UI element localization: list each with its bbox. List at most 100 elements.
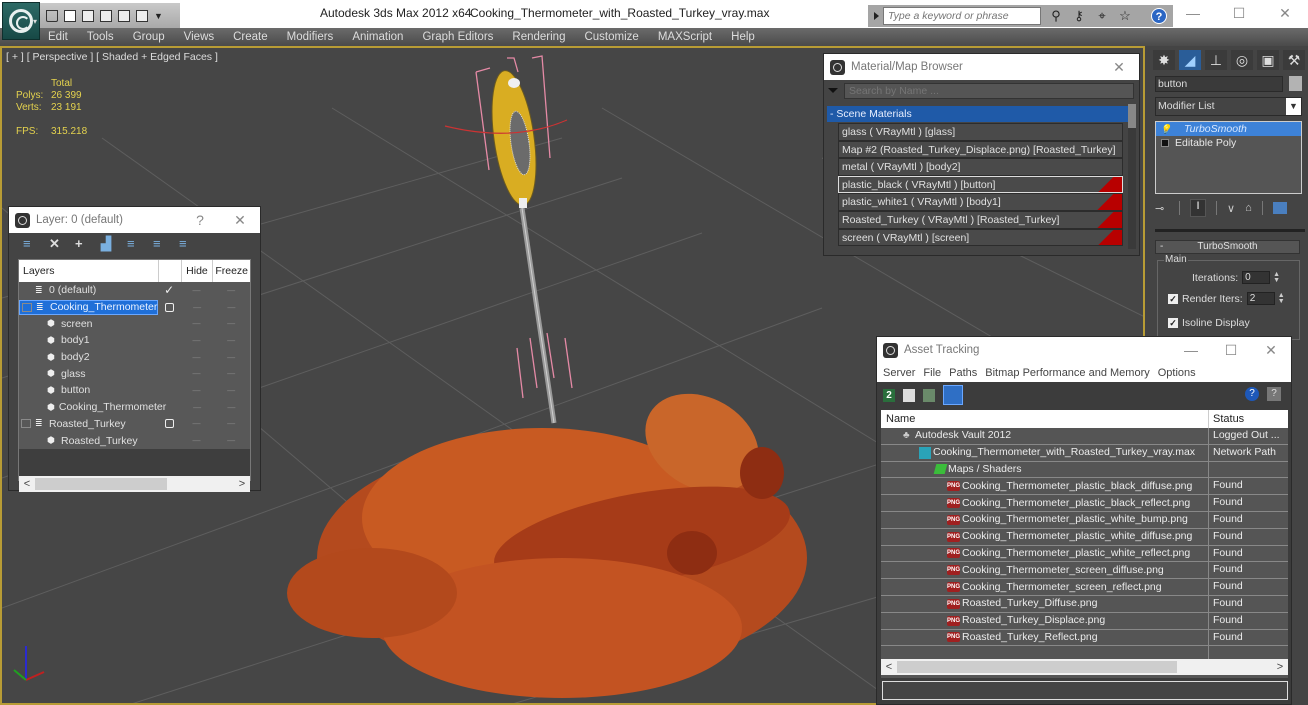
hide-toggle[interactable]: — (181, 369, 213, 378)
asset-row[interactable]: PNG Roasted_Turkey_Diffuse.png Found (881, 595, 1288, 613)
asset-tracking-titlebar[interactable]: Asset Tracking — ☐ ✕ (877, 337, 1291, 363)
layer-row[interactable]: ≣ Cooking_Thermometer — — (19, 299, 250, 316)
row-name-cell[interactable]: ⬢ Cooking_Thermometer (19, 400, 166, 415)
list-view-icon[interactable] (903, 388, 915, 402)
qat-dropdown-icon[interactable]: ▼ (154, 11, 163, 21)
layer-window-titlebar[interactable]: Layer: 0 (default) ? ✕ (9, 207, 260, 233)
row-name-cell[interactable]: ⬢ glass (19, 366, 158, 381)
object-row[interactable]: ⬢ body2 — — (19, 349, 250, 366)
favorites-star-icon[interactable]: ☆ (1117, 8, 1133, 24)
material-item[interactable]: metal ( VRayMtl ) [body2] (838, 158, 1123, 176)
create-tab-icon[interactable]: ✸ (1153, 50, 1175, 70)
hide-toggle[interactable]: — (181, 419, 213, 428)
motion-tab-icon[interactable]: ◎ (1231, 50, 1253, 70)
menu-create[interactable]: Create (233, 31, 268, 43)
layer-horizontal-scrollbar[interactable]: < > (19, 475, 250, 492)
object-row[interactable]: ⬢ body1 — — (19, 332, 250, 349)
menu-tools[interactable]: Tools (87, 31, 114, 43)
freeze-toggle[interactable]: — (212, 419, 250, 428)
freeze-toggle[interactable]: — (212, 319, 250, 328)
add-to-layer-icon[interactable]: + (75, 237, 89, 250)
highlight-layer-icon[interactable]: ≡ (127, 237, 141, 250)
asset-row[interactable]: Maps / Shaders (881, 461, 1288, 479)
scroll-right-icon[interactable]: > (1272, 661, 1288, 673)
material-item[interactable]: screen ( VRayMtl ) [screen] (838, 228, 1123, 247)
layer-help-button[interactable]: ? (180, 212, 220, 228)
asset-row[interactable]: PNG Cooking_Thermometer_plastic_white_ref… (881, 545, 1288, 563)
freeze-toggle[interactable]: — (212, 436, 250, 445)
menu-edit[interactable]: Edit (48, 31, 68, 43)
scroll-right-icon[interactable]: > (234, 478, 250, 490)
menu-customize[interactable]: Customize (584, 31, 638, 43)
set-current-layer-toggle[interactable] (158, 302, 181, 312)
layer-close-button[interactable]: ✕ (220, 212, 260, 229)
row-name-cell[interactable]: ⬢ body1 (19, 333, 158, 348)
open-file-icon[interactable] (46, 9, 58, 22)
current-layer-checkmark-icon[interactable]: ✓ (158, 283, 181, 297)
key-icon[interactable]: ⚷ (1071, 8, 1087, 24)
expand-icon[interactable] (1161, 139, 1169, 147)
stack-item-turbosmooth[interactable]: 💡 TurboSmooth (1156, 122, 1301, 136)
hierarchy-tab-icon[interactable]: ⊥ (1205, 50, 1227, 70)
project-folder-icon[interactable] (100, 9, 112, 22)
asset-row[interactable]: ♣ Autodesk Vault 2012 Logged Out ... (881, 428, 1288, 445)
browser-options-icon[interactable] (828, 88, 838, 93)
asset-menu-server[interactable]: Server (883, 367, 915, 379)
application-menu-button[interactable]: ▾ (2, 2, 40, 40)
refresh-icon[interactable]: 2 (883, 388, 895, 402)
object-row[interactable]: ⬢ glass — — (19, 365, 250, 382)
freeze-toggle[interactable]: — (213, 303, 250, 312)
asset-horizontal-scrollbar[interactable]: < > (881, 659, 1288, 675)
material-item[interactable]: plastic_black ( VRayMtl ) [button] (838, 175, 1123, 194)
scroll-left-icon[interactable]: < (19, 478, 35, 490)
configure-modifier-sets-icon[interactable] (1272, 202, 1287, 214)
show-end-result-icon[interactable]: I (1190, 199, 1206, 217)
lightbulb-icon[interactable]: 💡 (1160, 122, 1171, 136)
col-status[interactable]: Status (1209, 410, 1244, 428)
table-view-icon[interactable] (943, 385, 963, 405)
menu-rendering[interactable]: Rendering (512, 31, 565, 43)
row-name-cell[interactable]: ≣ 0 (default) (19, 283, 158, 298)
menu-group[interactable]: Group (133, 31, 165, 43)
minimize-button[interactable]: — (1170, 0, 1216, 28)
asset-menu-paths[interactable]: Paths (949, 367, 977, 379)
material-item[interactable]: glass ( VRayMtl ) [glass] (838, 123, 1123, 141)
object-row[interactable]: ⬢ screen — — (19, 315, 250, 332)
freeze-toggle[interactable]: — (213, 403, 250, 412)
modifier-list-dropdown[interactable]: Modifier List ▼ (1155, 97, 1302, 116)
row-name-cell[interactable]: ≣ Roasted_Turkey (19, 416, 158, 431)
create-layer-icon[interactable]: ≡ (23, 237, 37, 250)
hide-toggle[interactable]: — (181, 336, 213, 345)
turkey-model[interactable] (287, 374, 807, 698)
undo-icon[interactable] (82, 9, 94, 22)
hide-toggle[interactable]: — (181, 436, 213, 445)
infocenter-search-input[interactable] (883, 7, 1041, 25)
modify-tab-icon[interactable]: ◢ (1179, 50, 1201, 70)
asset-menu-bitmap-performance[interactable]: Bitmap Performance and Memory (985, 367, 1149, 379)
layer-row[interactable]: ≣ 0 (default) ✓ — — (19, 282, 250, 299)
display-tab-icon[interactable]: ▣ (1257, 50, 1279, 70)
freeze-toggle[interactable]: — (212, 369, 250, 378)
remove-modifier-icon[interactable]: ⌂ (1245, 202, 1252, 214)
select-objects-icon[interactable]: ▟ (101, 237, 115, 250)
spinner-arrows-icon[interactable]: ▲ ▼ (1273, 271, 1281, 284)
asset-row[interactable]: PNG Cooking_Thermometer_screen_diffuse.pn… (881, 562, 1288, 580)
scroll-left-icon[interactable]: < (881, 661, 897, 673)
freeze-all-layers-icon[interactable]: ≡ (179, 237, 193, 250)
scene-materials-group[interactable]: - Scene Materials (827, 106, 1130, 122)
menu-maxscript[interactable]: MAXScript (658, 31, 712, 43)
material-scrollbar[interactable] (1128, 104, 1136, 249)
asset-maximize-button[interactable]: ☐ (1211, 342, 1251, 359)
col-layers[interactable]: Layers (19, 265, 158, 277)
row-name-cell[interactable]: ⬢ Roasted_Turkey (19, 433, 158, 448)
maximize-button[interactable]: ☐ (1216, 0, 1262, 28)
menu-graph-editors[interactable]: Graph Editors (422, 31, 493, 43)
iterations-spinner[interactable]: 0 (1242, 271, 1271, 284)
asset-row[interactable]: PNG Cooking_Thermometer_plastic_white_bum… (881, 511, 1288, 529)
scroll-thumb[interactable] (897, 661, 1177, 673)
object-row[interactable]: ⬢ button — — (19, 382, 250, 399)
hold-icon[interactable] (136, 9, 148, 22)
save-file-icon[interactable] (64, 9, 76, 22)
collapse-icon[interactable] (21, 419, 31, 429)
row-name-cell[interactable]: ⬢ screen (19, 316, 158, 331)
